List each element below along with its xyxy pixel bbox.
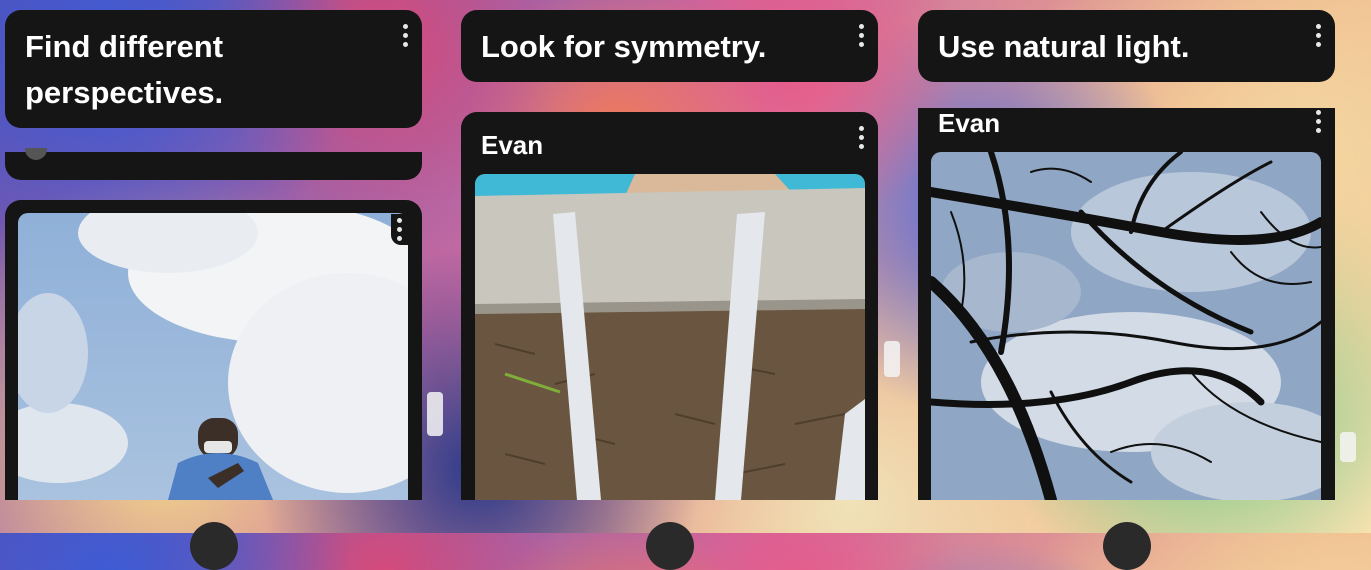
more-vertical-icon[interactable] [402,24,408,47]
post-photo[interactable] [475,174,865,500]
more-vertical-icon[interactable] [391,214,408,245]
post-author: Evan [938,108,1001,138]
fence-ground-image [475,174,865,500]
post-author: Evan [481,130,544,160]
prompt-title: Use natural light. [938,29,1190,64]
sky-person-image [18,213,408,500]
post-photo[interactable] [18,213,408,500]
scroll-handle[interactable] [1340,432,1356,462]
scroll-handle[interactable] [427,392,443,436]
post-photo[interactable] [931,152,1321,500]
more-vertical-icon[interactable] [858,126,864,149]
post-card: Evan [918,108,1335,500]
post-card-partial [5,148,422,180]
prompt-card: Use natural light. [918,10,1335,82]
add-post-button[interactable] [190,522,238,570]
post-card [5,200,422,500]
avatar [25,148,47,160]
prompt-card: Find different perspectives. [5,10,422,128]
add-post-button[interactable] [1103,522,1151,570]
prompt-title: Find different perspectives. [25,29,224,110]
prompt-card: Look for symmetry. [461,10,878,82]
tree-branches-image [931,152,1321,500]
more-vertical-icon[interactable] [1315,24,1321,47]
more-vertical-icon[interactable] [1315,110,1321,133]
prompt-title: Look for symmetry. [481,29,767,64]
more-vertical-icon[interactable] [858,24,864,47]
scroll-handle[interactable] [884,341,900,377]
post-card: Evan [461,112,878,500]
add-post-button[interactable] [646,522,694,570]
